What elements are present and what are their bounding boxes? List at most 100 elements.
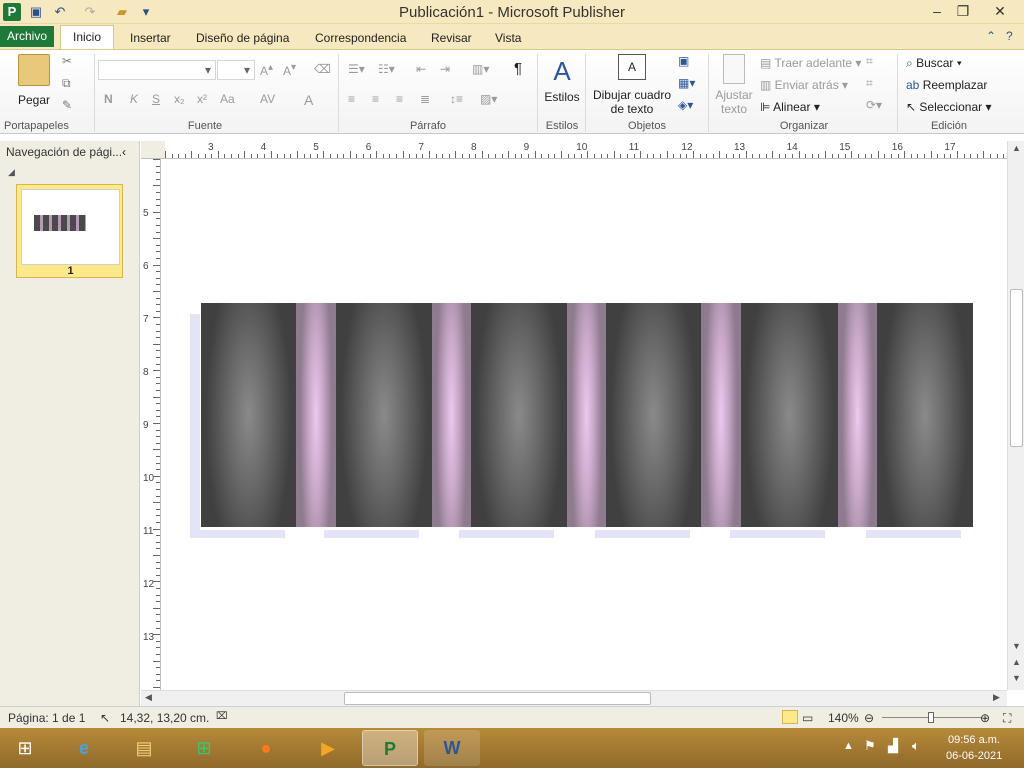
font-family-select[interactable]: ▾ [98, 60, 216, 80]
tab-vista[interactable]: Vista [495, 30, 521, 50]
shrink-font-icon[interactable]: A▾ [283, 62, 296, 78]
network-icon[interactable]: ▟ [888, 738, 898, 754]
two-page-view-icon[interactable]: ▭ [802, 711, 813, 725]
shading-icon[interactable]: ▨▾ [480, 92, 497, 106]
tab-diseno-pagina[interactable]: Diseño de página [196, 30, 289, 50]
status-page[interactable]: Página: 1 de 1 [8, 711, 85, 725]
scroll-up-icon[interactable]: ▲ [1012, 143, 1021, 153]
align-button[interactable]: ⊫ Alinear ▾ [760, 100, 820, 114]
store-icon[interactable]: ⊞ [176, 730, 232, 766]
replace-button[interactable]: ab Reemplazar [906, 78, 987, 92]
image-dark-panel[interactable] [877, 303, 973, 527]
tab-inicio[interactable]: Inicio [60, 25, 114, 49]
tab-revisar[interactable]: Revisar [431, 30, 472, 50]
scroll-down-icon[interactable]: ▼ [1012, 641, 1021, 651]
ungroup-icon[interactable]: ⌗ [866, 76, 873, 91]
scroll-left-icon[interactable]: ◀ [145, 692, 152, 703]
shapes-icon[interactable]: ◈▾ [678, 98, 693, 112]
file-explorer-icon[interactable]: ▤ [116, 730, 172, 766]
superscript-button[interactable]: x² [197, 92, 207, 106]
horizontal-scroll-thumb[interactable] [344, 692, 651, 705]
image-light-panel[interactable] [432, 303, 471, 527]
columns-icon[interactable]: ▥▾ [472, 62, 489, 76]
word-taskbar-icon[interactable]: W [424, 730, 480, 766]
start-button[interactable]: ⊞ [0, 730, 50, 766]
tab-file[interactable]: Archivo [0, 26, 54, 47]
collapse-nav-icon[interactable]: ‹ [122, 145, 126, 159]
restore-icon[interactable]: ❐ [949, 0, 977, 22]
cut-icon[interactable]: ✂ [62, 54, 72, 68]
clear-format-icon[interactable]: ⌫ [314, 62, 331, 76]
vertical-scroll-thumb[interactable] [1010, 289, 1023, 447]
zoom-in-icon[interactable]: ⊕ [980, 711, 990, 725]
next-page-icon[interactable]: ▼ [1012, 673, 1021, 683]
close-icon[interactable]: ✕ [986, 0, 1014, 22]
increase-indent-icon[interactable]: ⇥ [440, 62, 450, 76]
publisher-taskbar-icon[interactable]: P [362, 730, 418, 766]
find-button[interactable]: ⌕ Buscar ▾ [906, 56, 962, 71]
image-light-panel[interactable] [701, 303, 741, 527]
fit-page-icon[interactable]: ⛶ [1003, 711, 1011, 726]
image-light-panel[interactable] [567, 303, 606, 527]
minimize-icon[interactable]: – [923, 0, 951, 22]
send-backward-button[interactable]: ▥ Enviar atrás ▾ [760, 78, 848, 92]
picture-icon[interactable]: ▣ [678, 54, 689, 68]
copy-icon[interactable]: ⧉ [62, 76, 71, 91]
image-dark-panel[interactable] [606, 303, 701, 527]
underline-button[interactable]: S [152, 92, 160, 106]
clock-date[interactable]: 06-06-2021 [946, 750, 1002, 762]
grow-font-icon[interactable]: A▴ [260, 62, 273, 78]
help-question-icon[interactable]: ? [1006, 28, 1013, 48]
bring-forward-button[interactable]: ▤ Traer adelante ▾ [760, 56, 861, 70]
vertical-scrollbar[interactable]: ▲ ▼ ▲ ▼ [1007, 141, 1024, 690]
line-spacing-icon[interactable]: ↕≡ [450, 92, 463, 106]
pilcrow-button[interactable]: ¶ [514, 60, 522, 77]
bullets-icon[interactable]: ☰▾ [348, 62, 365, 76]
image-light-panel[interactable] [296, 303, 336, 527]
tab-correspondencia[interactable]: Correspondencia [315, 30, 406, 50]
align-left-icon[interactable]: ≡ [348, 92, 355, 106]
image-dark-panel[interactable] [741, 303, 838, 527]
subscript-button[interactable]: x₂ [174, 92, 185, 106]
tab-insertar[interactable]: Insertar [130, 30, 171, 50]
paste-button[interactable]: Pegar [18, 54, 54, 107]
draw-textbox-button[interactable]: A Dibujar cuadro de texto [592, 54, 672, 116]
image-light-panel[interactable] [838, 303, 877, 527]
wrap-text-button[interactable]: Ajustar texto [714, 54, 754, 116]
image-dark-panel[interactable] [201, 303, 296, 527]
zoom-level[interactable]: 140% [828, 711, 859, 725]
scroll-right-icon[interactable]: ▶ [993, 692, 1000, 703]
styles-button[interactable]: A Estilos [544, 54, 580, 104]
change-case-button[interactable]: Aa [220, 92, 235, 106]
show-hidden-icons-icon[interactable]: ▲ [843, 740, 854, 752]
format-painter-icon[interactable]: ✎ [62, 98, 72, 112]
expand-triangle-icon[interactable]: ◢ [8, 167, 15, 178]
zoom-slider-thumb[interactable] [928, 712, 934, 723]
volume-icon[interactable]: 🔈︎ [912, 738, 920, 754]
align-center-icon[interactable]: ≡ [372, 92, 379, 106]
rotate-icon[interactable]: ⟳▾ [866, 98, 882, 112]
table-icon[interactable]: ▦▾ [678, 76, 695, 90]
select-button[interactable]: ↖ Seleccionar ▾ [906, 100, 991, 114]
help-icon[interactable]: ⌃ [986, 28, 996, 48]
internet-explorer-icon[interactable]: e [56, 730, 112, 766]
image-dark-panel[interactable] [336, 303, 432, 527]
bold-button[interactable]: N [104, 92, 113, 106]
zoom-out-icon[interactable]: ⊖ [864, 711, 874, 725]
firefox-icon[interactable]: ● [238, 730, 294, 766]
prev-page-icon[interactable]: ▲ [1012, 657, 1021, 667]
publication-canvas[interactable] [162, 160, 1007, 690]
page-thumbnail[interactable]: 1 [16, 184, 123, 278]
clock-time[interactable]: 09:56 a.m. [948, 734, 1000, 746]
font-size-select[interactable]: ▾ [217, 60, 255, 80]
italic-button[interactable]: K [130, 92, 138, 106]
horizontal-scrollbar[interactable]: ◀ ▶ [141, 690, 1007, 706]
media-player-icon[interactable]: ▶ [300, 730, 356, 766]
numbering-icon[interactable]: ☷▾ [378, 62, 395, 76]
group-icon[interactable]: ⌗ [866, 54, 873, 69]
justify-icon[interactable]: ≣ [420, 92, 430, 106]
font-color-button[interactable]: A [304, 92, 313, 108]
decrease-indent-icon[interactable]: ⇤ [416, 62, 426, 76]
align-right-icon[interactable]: ≡ [396, 92, 403, 106]
single-page-view-icon[interactable] [782, 710, 798, 724]
